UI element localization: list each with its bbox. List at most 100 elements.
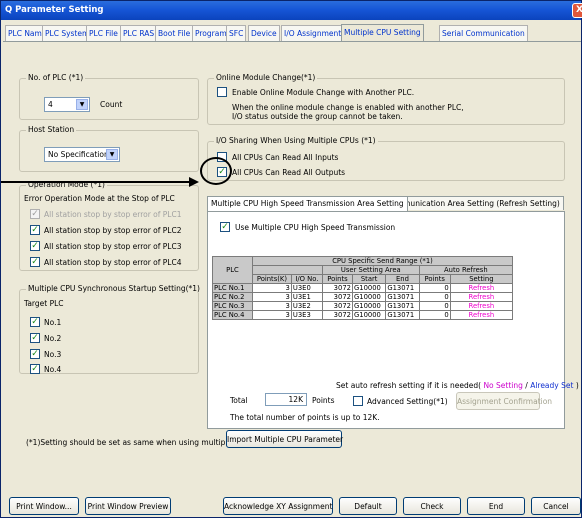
plc-count-value: 4 <box>48 100 53 109</box>
points-cell: 3072 <box>321 292 353 302</box>
online-module-change-group: Online Module Change(*1) Enable Online M… <box>207 73 565 125</box>
row-plc: PLC No.3 <box>212 301 253 311</box>
tab-boot-file[interactable]: Boot File <box>155 25 194 41</box>
online-change-note-1: When the online module change is enabled… <box>232 103 464 112</box>
sync-no4-checkbox[interactable]: ✓ <box>30 364 40 374</box>
tab-plc-system[interactable]: PLC System <box>42 25 93 41</box>
sync-no1-label: No.1 <box>44 318 62 327</box>
high-speed-panel: ✓ Use Multiple CPU High Speed Transmissi… <box>207 211 579 429</box>
callout-circle <box>200 157 232 185</box>
refresh-cell[interactable]: Refresh <box>449 310 514 320</box>
plc-header: PLC <box>212 256 253 284</box>
refresh-note-prefix: Set auto refresh setting if it is needed… <box>336 381 482 390</box>
start-cell: G10000 <box>351 310 387 320</box>
total-label: Total <box>230 396 248 405</box>
tab-communication-area[interactable]: Communication Area Setting (Refresh Sett… <box>382 196 564 210</box>
tab-program[interactable]: Program <box>192 25 230 41</box>
stop-plc3-label: All station stop by stop error of PLC3 <box>44 242 182 251</box>
refresh-cell[interactable]: Refresh <box>449 283 514 293</box>
io-no-cell: U3E0 <box>290 283 323 293</box>
points-k-cell[interactable]: 3 <box>252 310 292 320</box>
enable-online-change-label: Enable Online Module Change with Another… <box>232 88 415 97</box>
total-points-field: 12K <box>265 393 307 406</box>
ar-points-cell: 0 <box>418 292 451 302</box>
io-no-cell: U3E1 <box>290 292 323 302</box>
points-cell: 3072 <box>321 301 353 311</box>
online-change-note-2: I/O status outside the group cannot be t… <box>232 112 403 121</box>
print-window-button[interactable]: Print Window... <box>9 497 79 515</box>
stop-plc2-checkbox[interactable]: ✓ <box>30 225 40 235</box>
default-button[interactable]: Default <box>339 497 397 515</box>
points-k-cell[interactable]: 3 <box>252 283 292 293</box>
sync-no3-label: No.3 <box>44 350 62 359</box>
callout-arrow-icon <box>189 177 199 187</box>
chevron-down-icon[interactable]: ▼ <box>106 149 118 160</box>
end-button[interactable]: End <box>467 497 525 515</box>
read-all-outputs-label: All CPUs Can Read All Outputs <box>232 168 346 177</box>
stop-plc1-label: All station stop by stop error of PLC1 <box>44 210 182 219</box>
col-setting: Setting <box>449 274 514 284</box>
tab-plc-ras[interactable]: PLC RAS <box>120 25 158 41</box>
stop-plc4-checkbox[interactable]: ✓ <box>30 257 40 267</box>
target-plc-heading: Target PLC <box>24 299 64 308</box>
count-label: Count <box>100 100 123 109</box>
tab-sfc[interactable]: SFC <box>226 25 247 41</box>
col-start: Start <box>351 274 387 284</box>
sync-no2-checkbox[interactable]: ✓ <box>30 333 40 343</box>
col-ar-points: Points <box>418 274 451 284</box>
already-set-legend: Already Set <box>530 381 574 390</box>
acknowledge-xy-button[interactable]: Acknowledge XY Assignment <box>223 497 333 515</box>
use-high-speed-label: Use Multiple CPU High Speed Transmission <box>235 223 396 232</box>
tab-high-speed-transmission[interactable]: Multiple CPU High Speed Transmission Are… <box>207 196 408 211</box>
table-row: PLC No.3 3 U3E2 3072 G10000 G13071 0 Ref… <box>212 301 514 311</box>
online-change-legend: Online Module Change(*1) <box>214 73 318 82</box>
user-area-header: User Setting Area <box>321 265 420 275</box>
no-of-plc-group: No. of PLC (*1) 4 ▼ Count <box>19 73 199 120</box>
points-cell: 3072 <box>321 310 353 320</box>
callout-line <box>1 181 191 183</box>
stop-plc2-label: All station stop by stop error of PLC2 <box>44 226 182 235</box>
stop-plc3-checkbox[interactable]: ✓ <box>30 241 40 251</box>
print-preview-button[interactable]: Print Window Preview <box>85 497 171 515</box>
import-multiple-cpu-button[interactable]: Import Multiple CPU Parameter <box>226 430 343 448</box>
row-plc: PLC No.4 <box>212 310 253 320</box>
legend-slash: / <box>525 381 528 390</box>
tab-plc-file[interactable]: PLC File <box>86 25 121 41</box>
start-cell: G10000 <box>351 301 387 311</box>
check-button[interactable]: Check <box>403 497 461 515</box>
send-range-header: CPU Specific Send Range (*1) <box>252 256 513 266</box>
end-cell: G13071 <box>385 301 420 311</box>
title-bar: Q Parameter Setting X <box>1 1 582 20</box>
sync-no3-checkbox[interactable]: ✓ <box>30 349 40 359</box>
refresh-cell[interactable]: Refresh <box>449 301 514 311</box>
io-sharing-group: I/O Sharing When Using Multiple CPUs (*1… <box>207 136 565 181</box>
stop-plc1-checkbox: ✓ <box>30 209 40 219</box>
plc-count-select[interactable]: 4 ▼ <box>44 97 90 112</box>
col-points: Points <box>321 274 353 284</box>
col-points-k: Points(K) <box>252 274 292 284</box>
parameter-window: Q Parameter Setting X PLC Name PLC Syste… <box>0 0 582 518</box>
row-plc: PLC No.1 <box>212 283 253 293</box>
sync-startup-legend: Multiple CPU Synchronous Startup Setting… <box>26 284 202 293</box>
tab-io-assignment[interactable]: I/O Assignment <box>281 25 345 41</box>
sync-no1-checkbox[interactable]: ✓ <box>30 317 40 327</box>
advanced-setting-checkbox[interactable] <box>353 396 363 406</box>
close-button[interactable]: X <box>572 3 582 18</box>
chevron-down-icon[interactable]: ▼ <box>76 99 88 110</box>
tab-multiple-cpu-setting[interactable]: Multiple CPU Setting <box>341 24 424 41</box>
cancel-button[interactable]: Cancel <box>531 497 581 515</box>
enable-online-change-checkbox[interactable] <box>217 87 227 97</box>
refresh-cell[interactable]: Refresh <box>449 292 514 302</box>
use-high-speed-checkbox[interactable]: ✓ <box>220 222 230 232</box>
points-k-cell[interactable]: 3 <box>252 301 292 311</box>
tab-device[interactable]: Device <box>248 25 280 41</box>
assignment-confirmation-button[interactable]: Assignment Confirmation <box>456 392 552 410</box>
points-cell: 3072 <box>321 283 353 293</box>
table-row: PLC No.2 3 U3E1 3072 G10000 G13071 0 Ref… <box>212 292 514 302</box>
tab-serial-communication[interactable]: Serial Communication <box>439 25 528 41</box>
host-station-select[interactable]: No Specification ▼ <box>44 147 120 162</box>
no-of-plc-legend: No. of PLC (*1) <box>26 73 86 82</box>
settings-panel: No. of PLC (*1) 4 ▼ Count Host Station N… <box>7 43 579 491</box>
points-k-cell[interactable]: 3 <box>252 292 292 302</box>
start-cell: G10000 <box>351 292 387 302</box>
